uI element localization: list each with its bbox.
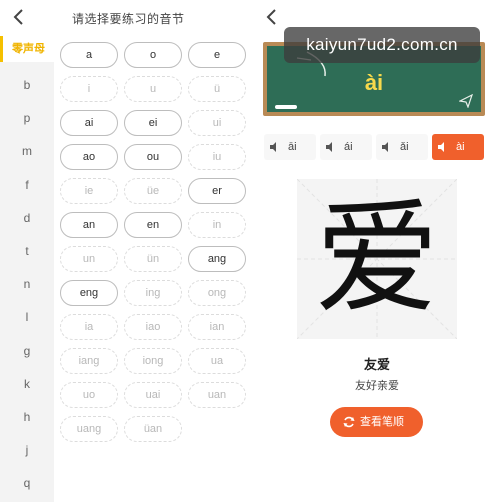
sidebar-item-d[interactable]: d [0, 205, 54, 231]
syllable-selector-panel: 请选择要练习的音节 零声母 b p m f d t n l g k h j q a o e i u ü ai ei ui a… [0, 0, 252, 502]
tone-label: ài [456, 141, 465, 153]
syllable-i: i [60, 76, 118, 102]
speaker-icon [270, 142, 276, 152]
syllable-ua: ua [188, 348, 246, 374]
chalk-icon [275, 105, 297, 109]
syllable-o[interactable]: o [124, 42, 182, 68]
syllable-ün: ün [124, 246, 182, 272]
stroke-button-label: 查看笔顺 [360, 416, 404, 428]
sidebar-item-n[interactable]: n [0, 271, 54, 297]
syllable-ang[interactable]: ang [188, 246, 246, 272]
syllable-uang: uang [60, 416, 118, 442]
syllable-an[interactable]: an [60, 212, 118, 238]
syllable-ü: ü [188, 76, 246, 102]
syllable-ing: ing [124, 280, 182, 306]
syllable-ui: ui [188, 110, 246, 136]
syllable-er[interactable]: er [188, 178, 246, 204]
syllable-ian: ian [188, 314, 246, 340]
syllable-iu: iu [188, 144, 246, 170]
sidebar-item-b[interactable]: b [0, 72, 54, 98]
tone-label: āi [288, 141, 297, 153]
syllable-en[interactable]: en [124, 212, 182, 238]
syllable-ong: ong [188, 280, 246, 306]
paper-plane-icon [459, 94, 473, 108]
speaker-icon [438, 142, 444, 152]
watermark: kaiyun7ud2.com.cn [284, 27, 480, 63]
syllable-eng[interactable]: eng [60, 280, 118, 306]
syllable-iang: iang [60, 348, 118, 374]
syllable-uan: uan [188, 382, 246, 408]
tone-button-4[interactable]: ài [432, 134, 484, 160]
syllable-ie: ie [60, 178, 118, 204]
chinese-character: 爱 [314, 187, 439, 331]
syllable-üe: üe [124, 178, 182, 204]
speaker-icon [326, 142, 332, 152]
sidebar-item-g[interactable]: g [0, 338, 54, 364]
syllable-ao[interactable]: ao [60, 144, 118, 170]
tone-button-3[interactable]: ǎi [376, 134, 428, 160]
syllable-ai[interactable]: ai [60, 110, 118, 136]
sidebar-item-k[interactable]: k [0, 371, 54, 397]
tone-button-2[interactable]: ái [320, 134, 372, 160]
syllable-üan: üan [124, 416, 182, 442]
tone-label: ái [344, 141, 353, 153]
example-phrase: 友好亲爱 [355, 380, 399, 392]
back-arrow-icon[interactable] [261, 6, 283, 28]
page-title: 请选择要练习的音节 [72, 12, 185, 26]
sidebar-item-m[interactable]: m [0, 138, 54, 164]
sidebar-item-j[interactable]: j [0, 437, 54, 463]
tone-button-1[interactable]: āi [264, 134, 316, 160]
syllable-e[interactable]: e [188, 42, 246, 68]
syllable-iao: iao [124, 314, 182, 340]
syllable-uo: uo [60, 382, 118, 408]
syllable-ei[interactable]: ei [124, 110, 182, 136]
sidebar-item-p[interactable]: p [0, 105, 54, 131]
sidebar-item-q[interactable]: q [0, 470, 54, 496]
sidebar-item-l[interactable]: l [0, 304, 54, 330]
tone-label: ǎi [400, 141, 409, 153]
syllable-ou[interactable]: ou [124, 144, 182, 170]
syllable-uai: uai [124, 382, 182, 408]
syllable-un: un [60, 246, 118, 272]
sidebar-item-f[interactable]: f [0, 172, 54, 198]
view-stroke-order-button[interactable]: 查看笔顺 [330, 407, 423, 437]
syllable-in: in [188, 212, 246, 238]
speaker-icon [382, 142, 388, 152]
sidebar-item-h[interactable]: h [0, 404, 54, 430]
example-word: 友爱 [363, 357, 390, 372]
back-arrow-icon[interactable] [8, 6, 30, 28]
refresh-icon [343, 416, 355, 428]
sidebar-item-zero-initial[interactable]: 零声母 [0, 36, 54, 62]
initials-sidebar: 零声母 b p m f d t n l g k h j q [0, 36, 54, 502]
syllable-u: u [124, 76, 182, 102]
syllable-a[interactable]: a [60, 42, 118, 68]
syllable-ia: ia [60, 314, 118, 340]
sidebar-item-t[interactable]: t [0, 238, 54, 264]
board-pinyin: ài [364, 70, 384, 95]
syllable-iong: iong [124, 348, 182, 374]
character-card[interactable]: 爱 [297, 179, 457, 339]
